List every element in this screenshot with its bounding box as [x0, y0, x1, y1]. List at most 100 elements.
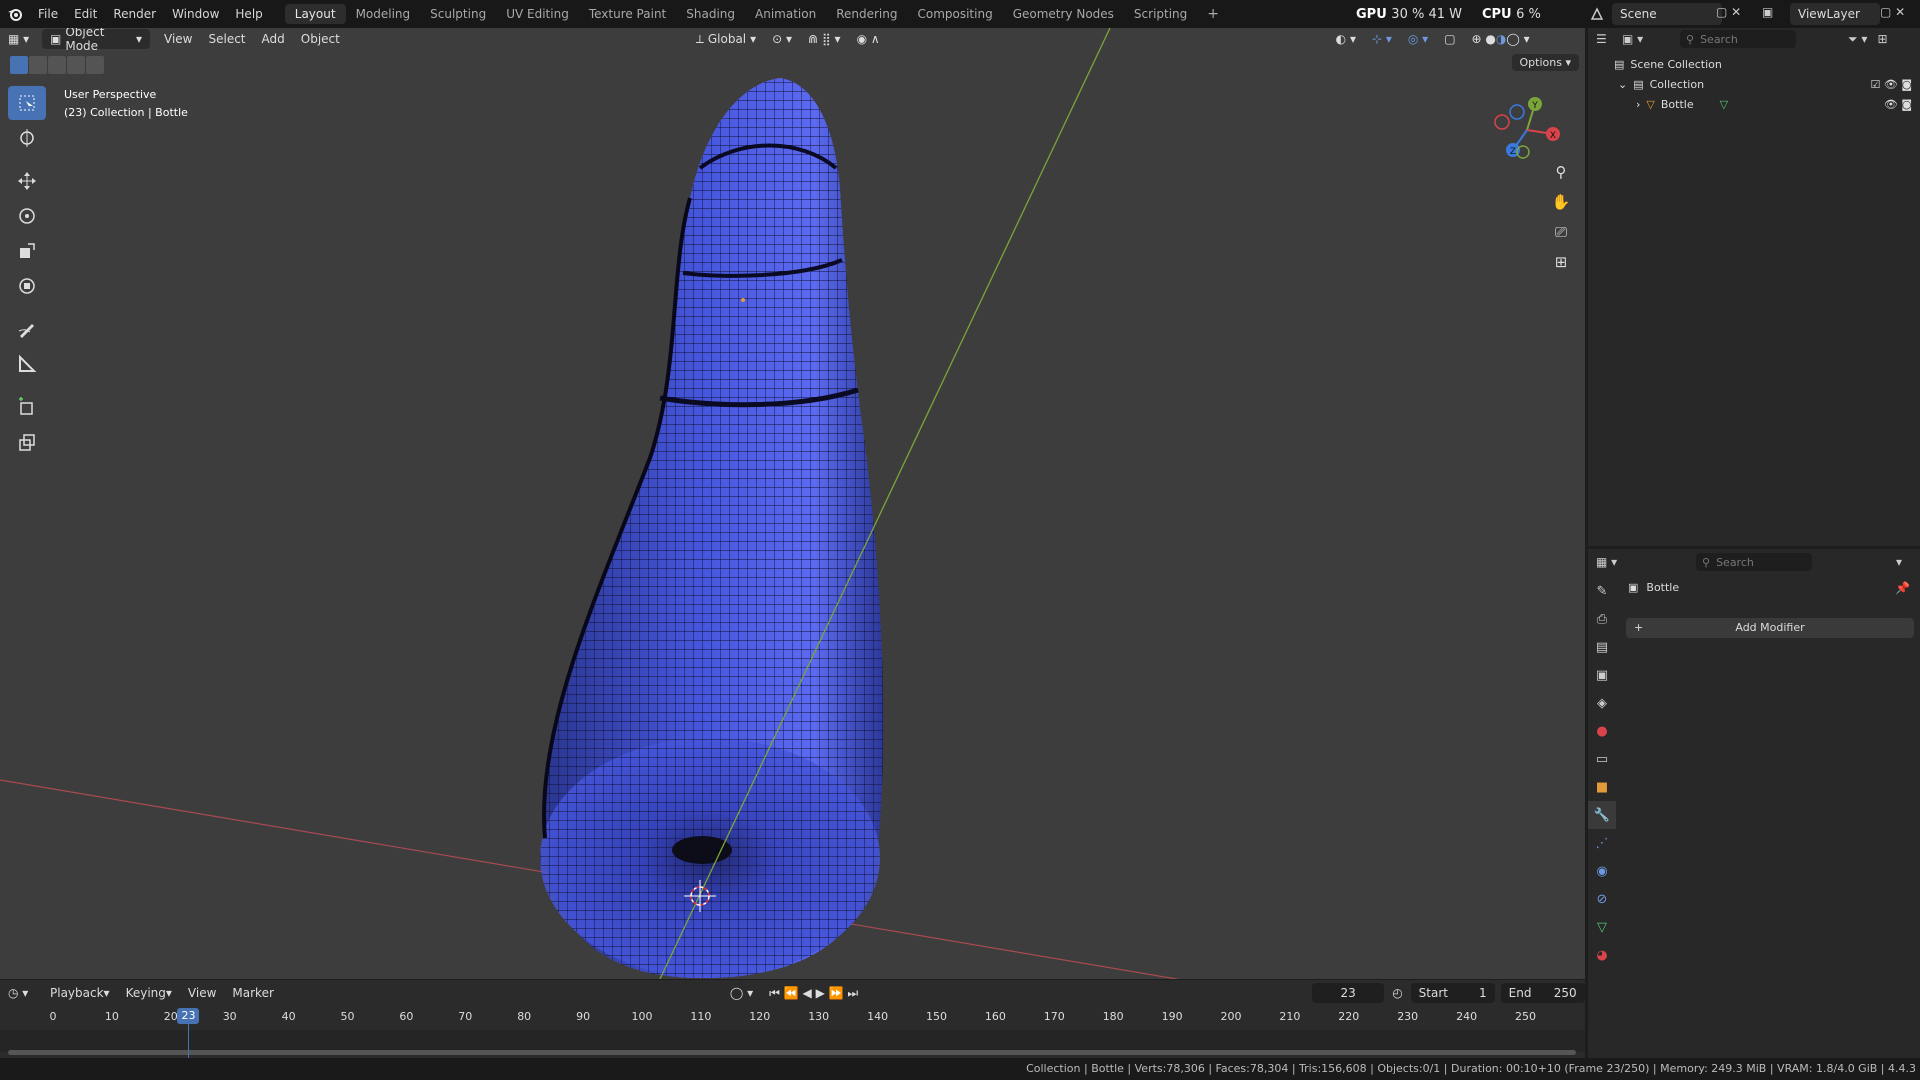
select-new-icon[interactable]	[10, 56, 28, 74]
move-icon[interactable]	[8, 164, 46, 198]
menu-timeline-view[interactable]: View	[180, 983, 224, 1003]
output-icon[interactable]: ▤	[1588, 633, 1616, 661]
end-frame-field[interactable]: End 250	[1500, 983, 1585, 1003]
tab-shading[interactable]: Shading	[676, 4, 745, 24]
start-frame-field[interactable]: Start 1	[1410, 983, 1495, 1003]
scene-icon[interactable]: ◈	[1588, 689, 1616, 717]
scene-selector[interactable]: Scene	[1612, 3, 1722, 25]
properties-editor-type-icon[interactable]: ▦ ▾	[1596, 555, 1696, 569]
view-layer-icon[interactable]: ▣	[1762, 5, 1784, 23]
outliner-search-input[interactable]: ⚲ Search	[1680, 30, 1796, 48]
add-cube-icon[interactable]	[8, 390, 46, 424]
proportional-edit-icon[interactable]: ◉ ∧	[849, 29, 888, 49]
select-box-icon[interactable]	[8, 86, 46, 120]
tab-compositing[interactable]: Compositing	[907, 4, 1002, 24]
snap-icon[interactable]: ⋒ ⣿ ▾	[800, 29, 849, 49]
pivot-icon[interactable]: ⊙ ▾	[764, 29, 800, 49]
pin-icon[interactable]: 📌	[1895, 581, 1910, 595]
collection-icon[interactable]: ▭	[1588, 745, 1616, 773]
cursor-icon[interactable]	[8, 121, 46, 155]
collapse-icon[interactable]: ⌄	[1618, 78, 1627, 91]
tab-modeling[interactable]: Modeling	[346, 4, 421, 24]
select-intersect-icon[interactable]	[86, 56, 104, 74]
menu-marker[interactable]: Marker	[224, 983, 281, 1003]
playhead[interactable]: 23	[177, 1008, 200, 1024]
view-layer-icon[interactable]: ▣	[1588, 661, 1616, 689]
new-collection-icon[interactable]: ⊞	[1877, 32, 1887, 46]
render-icon[interactable]: ⎙	[1588, 605, 1616, 633]
scale-icon[interactable]	[8, 234, 46, 268]
gizmo-toggle-icon[interactable]: ⊹ ▾	[1364, 29, 1400, 49]
timeline-scrollbar[interactable]	[8, 1050, 1576, 1055]
menu-window[interactable]: Window	[164, 7, 227, 21]
blender-logo-icon[interactable]	[0, 0, 30, 28]
display-mode-icon[interactable]: ▣ ▾	[1622, 32, 1652, 46]
timeline-editor-type-icon[interactable]: ◷ ▾	[0, 983, 42, 1003]
select-invert-icon[interactable]	[67, 56, 85, 74]
perspective-toggle-icon[interactable]: ⊞	[1547, 248, 1575, 276]
constraints-icon[interactable]: ⊘	[1588, 885, 1616, 913]
xray-icon[interactable]: ▢	[1436, 29, 1463, 49]
tab-sculpting[interactable]: Sculpting	[420, 4, 496, 24]
playback-controls[interactable]: ⏮ ⏪ ◀ ▶ ⏩ ⏭	[761, 983, 866, 1003]
filter-icon[interactable]: ⏷ ▾	[1848, 32, 1867, 47]
menu-help[interactable]: Help	[227, 7, 270, 21]
menu-render[interactable]: Render	[105, 7, 164, 21]
current-frame-field[interactable]: 23	[1312, 983, 1385, 1003]
orientation-dropdown[interactable]: ⟂ Global ▾	[688, 29, 764, 49]
measure-icon[interactable]	[8, 347, 46, 381]
record-icon[interactable]: ◯ ▾	[722, 983, 761, 1003]
world-icon[interactable]: ●	[1588, 717, 1616, 745]
pan-hand-icon[interactable]: ✋	[1547, 188, 1575, 216]
object-icon[interactable]: ■	[1588, 773, 1616, 801]
tab-texture-paint[interactable]: Texture Paint	[579, 4, 676, 24]
select-extend-icon[interactable]	[29, 56, 47, 74]
annotate-icon[interactable]	[8, 312, 46, 346]
tab-scripting[interactable]: Scripting	[1124, 4, 1197, 24]
outliner-editor-type-icon[interactable]: ☰	[1596, 32, 1622, 46]
mode-dropdown[interactable]: ▣ Object Mode ▾	[42, 28, 150, 53]
menu-file[interactable]: File	[30, 7, 66, 21]
select-subtract-icon[interactable]	[48, 56, 66, 74]
tab-animation[interactable]: Animation	[745, 4, 826, 24]
transform-icon[interactable]	[8, 269, 46, 303]
menu-select[interactable]: Select	[200, 29, 253, 49]
timeline-track[interactable]	[0, 1030, 1585, 1052]
view-layer-selector[interactable]: ViewLayer	[1790, 3, 1880, 25]
tab-layout[interactable]: Layout	[284, 4, 346, 24]
material-shading-icon[interactable]: ◑	[1496, 32, 1506, 46]
tool-icon[interactable]: ✎	[1588, 577, 1616, 605]
tab-geometry-nodes[interactable]: Geometry Nodes	[1003, 4, 1124, 24]
properties-search-input[interactable]: ⚲ Search	[1696, 553, 1812, 571]
new-scene-icon[interactable]: ▢ ✕	[1716, 5, 1756, 23]
menu-playback[interactable]: Playback ▾	[42, 983, 118, 1003]
zoom-icon[interactable]: ⚲	[1547, 158, 1575, 186]
overlay-toggle-icon[interactable]: ◎ ▾	[1400, 29, 1436, 49]
preview-range-icon[interactable]: ◴	[1384, 983, 1410, 1003]
mesh-data-icon[interactable]: ▽	[1720, 98, 1728, 111]
chevron-down-icon[interactable]: ▾	[1896, 555, 1902, 569]
particles-icon[interactable]: ⋰	[1588, 829, 1616, 857]
tab-uv-editing[interactable]: UV Editing	[496, 4, 579, 24]
physics-icon[interactable]: ◉	[1588, 857, 1616, 885]
options-dropdown[interactable]: Options ▾	[1511, 54, 1579, 71]
scene-icon[interactable]	[1588, 5, 1606, 23]
menu-view[interactable]: View	[156, 29, 200, 49]
collection-visibility-controls[interactable]: ☑ 👁 ◙	[1871, 78, 1913, 91]
new-view-layer-icon[interactable]: ▢ ✕	[1880, 5, 1918, 23]
frame-ruler[interactable]: 0 10 20 30 40 50 60 70 80 90 100 110 120 130 140 150 160…	[0, 1010, 1585, 1028]
extrude-icon[interactable]	[8, 425, 46, 459]
menu-add[interactable]: Add	[254, 29, 293, 49]
outliner-row-collection[interactable]: ⌄ ▤ Collection ☑ 👁 ◙	[1588, 74, 1920, 94]
tab-rendering[interactable]: Rendering	[826, 4, 907, 24]
outliner-row-scene-collection[interactable]: ▤ Scene Collection	[1588, 54, 1920, 74]
outliner-row-bottle[interactable]: › ▽ Bottle ▽ 👁 ◙	[1588, 94, 1920, 114]
menu-edit[interactable]: Edit	[66, 7, 105, 21]
add-modifier-button[interactable]: + Add Modifier	[1626, 618, 1914, 638]
modifier-icon[interactable]: 🔧	[1588, 801, 1616, 829]
menu-keying[interactable]: Keying ▾	[118, 983, 180, 1003]
expand-icon[interactable]: ›	[1636, 98, 1640, 111]
object-visibility-controls[interactable]: 👁 ◙	[1884, 98, 1912, 111]
shading-modes[interactable]: ⊕ ● ◑ ◯ ▾	[1464, 29, 1538, 49]
menu-object[interactable]: Object	[293, 29, 348, 49]
